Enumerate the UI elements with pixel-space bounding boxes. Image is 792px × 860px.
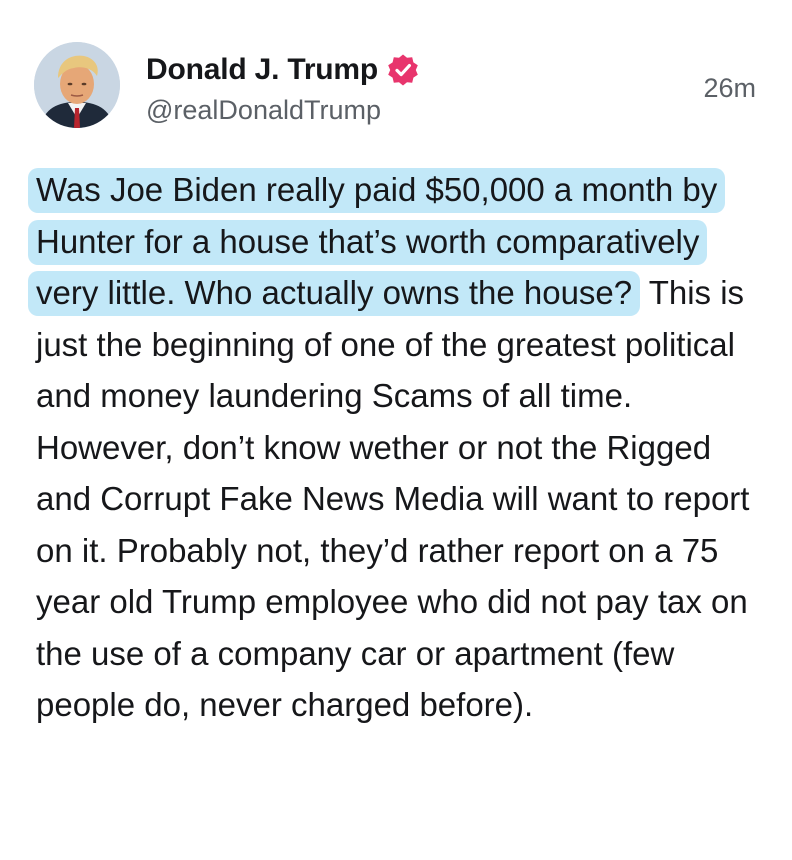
post-body: Was Joe Biden really paid $50,000 a mont… bbox=[28, 164, 766, 731]
avatar[interactable] bbox=[34, 42, 120, 128]
verified-badge-icon bbox=[386, 53, 420, 87]
post-card: Donald J. Trump @realDonaldTrump 26m Was… bbox=[0, 0, 792, 860]
author-name-row: Donald J. Trump bbox=[146, 50, 420, 90]
profile-photo-icon bbox=[34, 42, 120, 128]
post-timestamp[interactable]: 26m bbox=[703, 70, 756, 106]
author-handle[interactable]: @realDonaldTrump bbox=[146, 92, 381, 128]
post-body-text: This is just the beginning of one of the… bbox=[36, 274, 750, 723]
author-display-name[interactable]: Donald J. Trump bbox=[146, 50, 378, 90]
highlighted-text: Was Joe Biden really paid $50,000 a mont… bbox=[28, 168, 726, 316]
post-header: Donald J. Trump @realDonaldTrump 26m bbox=[34, 40, 764, 130]
